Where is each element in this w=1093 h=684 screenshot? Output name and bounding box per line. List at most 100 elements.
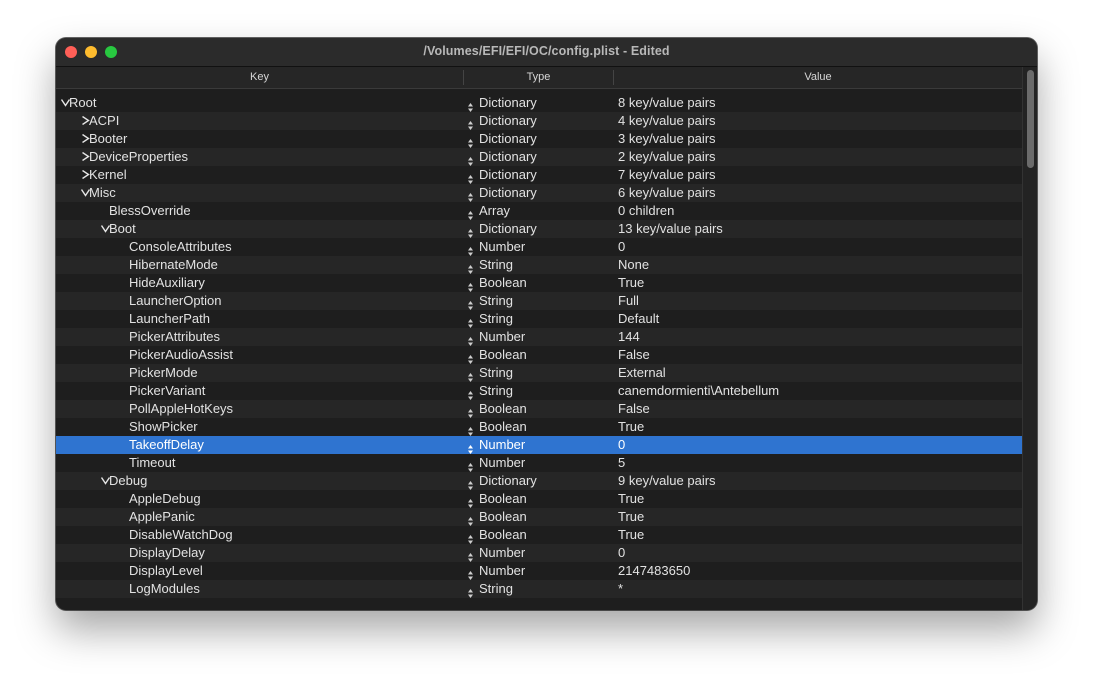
row-value[interactable]: External — [618, 364, 666, 382]
row-value[interactable]: True — [618, 526, 644, 544]
row-key[interactable]: HideAuxiliary — [129, 274, 205, 292]
outline-row[interactable]: BlessOverride Array 0 children — [56, 202, 1022, 220]
up-down-chevron-icon[interactable] — [468, 117, 473, 130]
disclosure-collapsed-icon[interactable] — [81, 152, 90, 161]
up-down-chevron-icon[interactable] — [468, 189, 473, 202]
column-header-value[interactable]: Value — [614, 67, 1022, 88]
outline-row[interactable]: Timeout Number 5 — [56, 454, 1022, 472]
disclosure-expanded-icon[interactable] — [101, 476, 110, 485]
row-key[interactable]: Timeout — [129, 454, 175, 472]
outline-row[interactable]: Boot Dictionary 13 key/value pairs — [56, 220, 1022, 238]
up-down-chevron-icon[interactable] — [468, 459, 473, 472]
outline-row[interactable]: AppleDebug Boolean True — [56, 490, 1022, 508]
up-down-chevron-icon[interactable] — [468, 387, 473, 400]
vertical-scrollbar[interactable] — [1022, 67, 1037, 610]
row-key[interactable]: PickerVariant — [129, 382, 205, 400]
row-value[interactable]: 0 — [618, 238, 625, 256]
row-key[interactable]: DisplayLevel — [129, 562, 203, 580]
disclosure-expanded-icon[interactable] — [61, 98, 70, 107]
row-value[interactable]: False — [618, 346, 650, 364]
row-value[interactable]: 0 — [618, 436, 625, 454]
row-value[interactable]: True — [618, 490, 644, 508]
outline-row[interactable]: ConsoleAttributes Number 0 — [56, 238, 1022, 256]
up-down-chevron-icon[interactable] — [468, 567, 473, 580]
row-key[interactable]: BlessOverride — [109, 202, 191, 220]
outline-row[interactable]: Misc Dictionary 6 key/value pairs — [56, 184, 1022, 202]
outline-row[interactable]: DeviceProperties Dictionary 2 key/value pa… — [56, 148, 1022, 166]
row-value[interactable]: 0 — [618, 544, 625, 562]
outline-row[interactable]: PollAppleHotKeys Boolean False — [56, 400, 1022, 418]
row-value[interactable]: True — [618, 274, 644, 292]
row-key[interactable]: Debug — [109, 472, 147, 490]
up-down-chevron-icon[interactable] — [468, 531, 473, 544]
row-key[interactable]: PickerMode — [129, 364, 198, 382]
up-down-chevron-icon[interactable] — [468, 495, 473, 508]
up-down-chevron-icon[interactable] — [468, 297, 473, 310]
up-down-chevron-icon[interactable] — [468, 153, 473, 166]
disclosure-collapsed-icon[interactable] — [81, 134, 90, 143]
up-down-chevron-icon[interactable] — [468, 405, 473, 418]
row-key[interactable]: PickerAttributes — [129, 328, 220, 346]
row-value[interactable]: None — [618, 256, 649, 274]
row-key[interactable]: Booter — [89, 130, 127, 148]
up-down-chevron-icon[interactable] — [468, 225, 473, 238]
up-down-chevron-icon[interactable] — [468, 207, 473, 220]
up-down-chevron-icon[interactable] — [468, 423, 473, 436]
row-value[interactable]: Default — [618, 310, 659, 328]
row-value[interactable]: 2 key/value pairs — [618, 148, 716, 166]
outline-row[interactable]: Root Dictionary 8 key/value pairs — [56, 94, 1022, 112]
up-down-chevron-icon[interactable] — [468, 243, 473, 256]
up-down-chevron-icon[interactable] — [468, 513, 473, 526]
row-value[interactable]: 3 key/value pairs — [618, 130, 716, 148]
up-down-chevron-icon[interactable] — [468, 315, 473, 328]
row-value[interactable]: True — [618, 508, 644, 526]
outline-row[interactable]: Kernel Dictionary 7 key/value pairs — [56, 166, 1022, 184]
row-value[interactable]: Full — [618, 292, 639, 310]
row-value[interactable]: 5 — [618, 454, 625, 472]
disclosure-expanded-icon[interactable] — [81, 188, 90, 197]
up-down-chevron-icon[interactable] — [468, 351, 473, 364]
row-key[interactable]: Misc — [89, 184, 116, 202]
outline-row[interactable]: DisplayLevel Number 2147483650 — [56, 562, 1022, 580]
outline-row[interactable]: DisableWatchDog Boolean True — [56, 526, 1022, 544]
outline-row[interactable]: LauncherPath String Default — [56, 310, 1022, 328]
up-down-chevron-icon[interactable] — [468, 99, 473, 112]
scrollbar-thumb[interactable] — [1027, 70, 1034, 168]
outline-row[interactable]: HideAuxiliary Boolean True — [56, 274, 1022, 292]
outline-row[interactable]: LauncherOption String Full — [56, 292, 1022, 310]
up-down-chevron-icon[interactable] — [468, 261, 473, 274]
up-down-chevron-icon[interactable] — [468, 171, 473, 184]
outline-row[interactable]: LogModules String * — [56, 580, 1022, 598]
row-key[interactable]: DisableWatchDog — [129, 526, 233, 544]
row-value[interactable]: 13 key/value pairs — [618, 220, 723, 238]
row-key[interactable]: HibernateMode — [129, 256, 218, 274]
up-down-chevron-icon[interactable] — [468, 585, 473, 598]
disclosure-collapsed-icon[interactable] — [81, 116, 90, 125]
up-down-chevron-icon[interactable] — [468, 477, 473, 490]
row-value[interactable]: 144 — [618, 328, 640, 346]
row-value[interactable]: 2147483650 — [618, 562, 690, 580]
row-value[interactable]: True — [618, 418, 644, 436]
outline-row[interactable]: ACPI Dictionary 4 key/value pairs — [56, 112, 1022, 130]
disclosure-collapsed-icon[interactable] — [81, 170, 90, 179]
outline-row[interactable]: DisplayDelay Number 0 — [56, 544, 1022, 562]
column-header-type[interactable]: Type — [464, 67, 613, 88]
up-down-chevron-icon[interactable] — [468, 441, 473, 454]
row-value[interactable]: canemdormienti\Antebellum — [618, 382, 779, 400]
outline-row[interactable]: PickerMode String External — [56, 364, 1022, 382]
row-value[interactable]: 8 key/value pairs — [618, 94, 716, 112]
disclosure-expanded-icon[interactable] — [101, 224, 110, 233]
outline-row[interactable]: TakeoffDelay Number 0 — [56, 436, 1022, 454]
outline-row[interactable]: Debug Dictionary 9 key/value pairs — [56, 472, 1022, 490]
up-down-chevron-icon[interactable] — [468, 135, 473, 148]
row-value[interactable]: False — [618, 400, 650, 418]
row-key[interactable]: LauncherPath — [129, 310, 210, 328]
row-value[interactable]: 4 key/value pairs — [618, 112, 716, 130]
outline-row[interactable]: PickerAttributes Number 144 — [56, 328, 1022, 346]
row-key[interactable]: ShowPicker — [129, 418, 198, 436]
up-down-chevron-icon[interactable] — [468, 369, 473, 382]
up-down-chevron-icon[interactable] — [468, 549, 473, 562]
row-key[interactable]: LogModules — [129, 580, 200, 598]
row-key[interactable]: PollAppleHotKeys — [129, 400, 233, 418]
row-value[interactable]: 9 key/value pairs — [618, 472, 716, 490]
